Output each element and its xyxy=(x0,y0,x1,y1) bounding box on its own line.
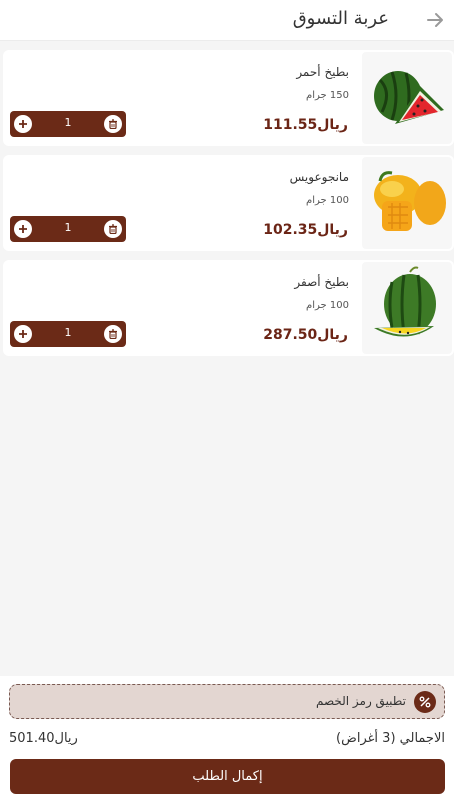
arrow-right-icon[interactable] xyxy=(424,9,446,31)
total-row: الاجمالي (3 أغراض) ريال501.40 xyxy=(9,731,445,751)
percent-icon xyxy=(414,691,436,713)
quantity-value: 1 xyxy=(64,116,72,129)
quantity-value: 1 xyxy=(64,326,72,339)
total-label: الاجمالي (3 أغراض) xyxy=(336,731,445,746)
total-value: ريال501.40 xyxy=(9,731,78,746)
trash-icon[interactable] xyxy=(104,220,122,238)
checkout-button[interactable]: إكمال الطلب xyxy=(10,759,445,794)
quantity-value: 1 xyxy=(64,221,72,234)
plus-icon[interactable] xyxy=(14,115,32,133)
checkout-footer: تطبيق رمز الخصم الاجمالي (3 أغراض) ريال5… xyxy=(0,676,454,800)
plus-icon[interactable] xyxy=(14,220,32,238)
product-image-yellow-watermelon xyxy=(362,262,452,354)
product-name: بطيخ أحمر xyxy=(296,65,349,79)
quantity-stepper: 1 xyxy=(10,321,126,347)
product-name: بطيخ أصفر xyxy=(294,275,349,289)
product-price: ريال287.50 xyxy=(263,327,348,343)
product-image-red-watermelon xyxy=(362,52,452,144)
product-price: ريال111.55 xyxy=(263,117,348,133)
coupon-button[interactable]: تطبيق رمز الخصم xyxy=(9,684,445,719)
cart-screen: عربة التسوق بطيخ أحمر 150 جرام ريال111.5… xyxy=(0,0,454,800)
cart-item: بطيخ أصفر 100 جرام ريال287.50 1 xyxy=(3,260,454,356)
product-image-mango xyxy=(362,157,452,249)
app-header: عربة التسوق xyxy=(0,0,454,41)
cart-item: بطيخ أحمر 150 جرام ريال111.55 1 xyxy=(3,50,454,146)
product-name: مانجوعويس xyxy=(289,170,349,184)
product-weight: 100 جرام xyxy=(306,300,349,311)
page-title: عربة التسوق xyxy=(292,8,389,29)
plus-icon[interactable] xyxy=(14,325,32,343)
product-weight: 150 جرام xyxy=(306,90,349,101)
cart-item: مانجوعويس 100 جرام ريال102.35 1 xyxy=(3,155,454,251)
trash-icon[interactable] xyxy=(104,115,122,133)
quantity-stepper: 1 xyxy=(10,216,126,242)
coupon-label: تطبيق رمز الخصم xyxy=(315,694,406,708)
quantity-stepper: 1 xyxy=(10,111,126,137)
product-weight: 100 جرام xyxy=(306,195,349,206)
trash-icon[interactable] xyxy=(104,325,122,343)
product-price: ريال102.35 xyxy=(263,222,348,238)
